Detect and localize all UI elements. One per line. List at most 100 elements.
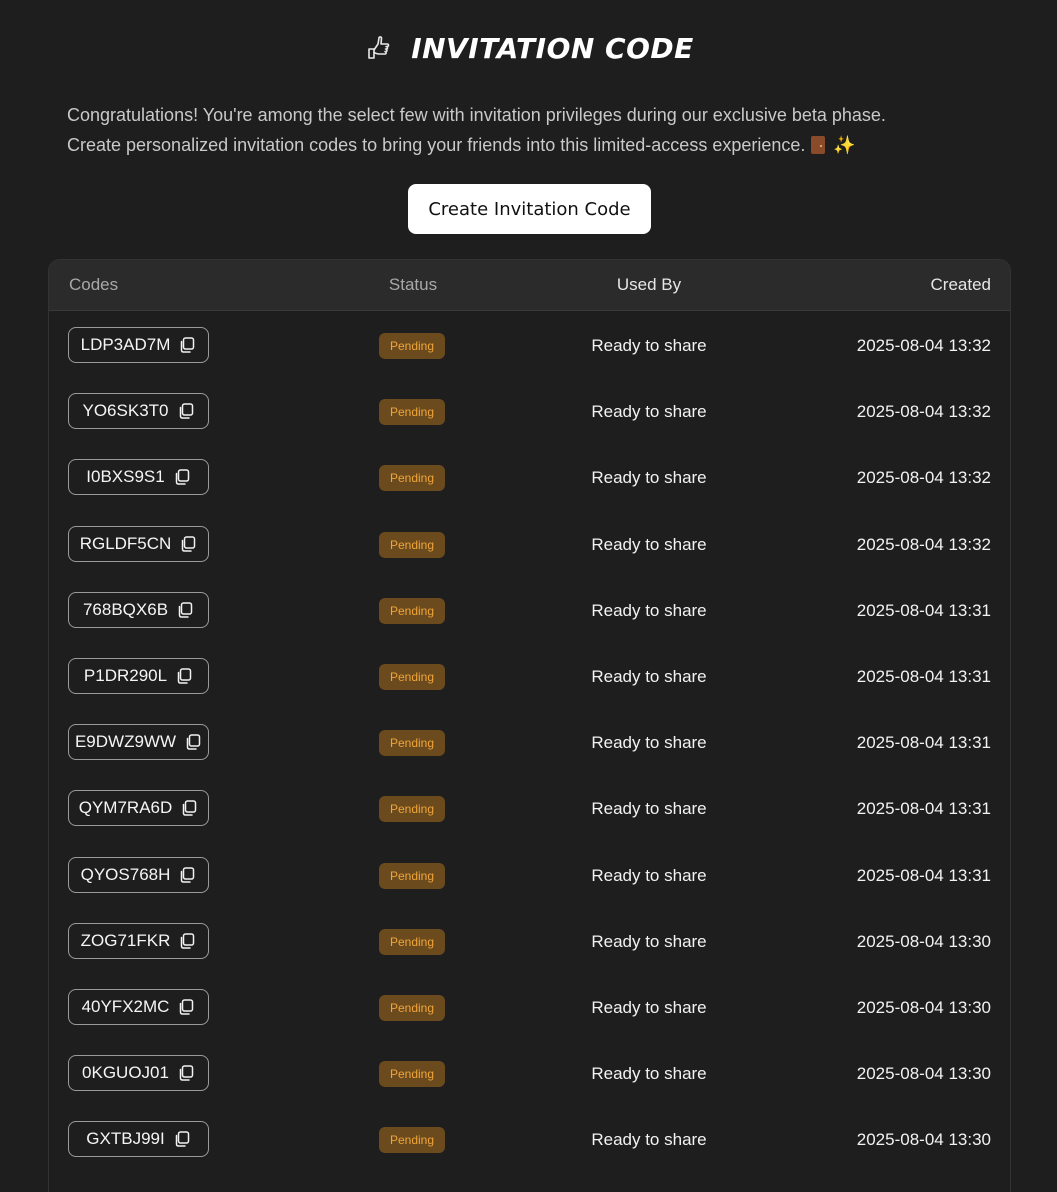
copy-code-button[interactable]: GXTBJ99I xyxy=(68,1121,209,1158)
status-badge: Pending xyxy=(379,465,445,492)
created-timestamp: 2025-08-04 13:31 xyxy=(856,666,991,686)
table-row: E9DWZ9WW Pending Ready to share 2025-08-… xyxy=(49,708,1010,774)
status-badge: Pending xyxy=(379,1061,445,1088)
status-badge: Pending xyxy=(379,333,445,359)
used-by-text: Ready to share xyxy=(591,865,707,885)
table-row: LDP3AD7M Pending Ready to share 2025-08-… xyxy=(49,311,1010,377)
column-header-used-by: Used By xyxy=(616,275,682,294)
copy-icon xyxy=(178,932,196,950)
copy-icon xyxy=(173,1130,191,1148)
created-timestamp: 2025-08-04 13:32 xyxy=(856,534,991,554)
column-header-status: Status xyxy=(388,275,438,294)
table-row: 0KGUOJ01 Pending Ready to share 2025-08-… xyxy=(49,1039,1010,1105)
used-by-text: Ready to share xyxy=(591,468,707,488)
created-timestamp: 2025-08-04 13:30 xyxy=(856,1064,991,1084)
table-row: QYOS768H Pending Ready to share 2025-08-… xyxy=(49,841,1010,907)
sparkles-icon: ✨ xyxy=(833,135,856,155)
used-by-text: Ready to share xyxy=(591,534,707,554)
used-by-text: Ready to share xyxy=(591,402,707,422)
created-timestamp: 2025-08-04 13:32 xyxy=(856,336,991,355)
created-timestamp: 2025-08-04 13:32 xyxy=(856,402,991,422)
copy-icon xyxy=(179,535,197,553)
invitation-code: RGLDF5CN xyxy=(79,533,172,553)
invitation-codes-table: Codes Status Used By Created LDP3AD7M Pe… xyxy=(48,259,1011,1192)
status-badge: Pending xyxy=(379,928,445,955)
used-by-text: Ready to share xyxy=(591,733,707,753)
created-timestamp: 2025-08-04 13:31 xyxy=(856,733,991,753)
status-badge: Pending xyxy=(379,399,445,426)
invitation-code: QYM7RA6D xyxy=(78,798,173,818)
copy-code-button[interactable]: RGLDF5CN xyxy=(68,525,209,562)
table-row: GXTBJ99I Pending Ready to share 2025-08-… xyxy=(49,1105,1010,1171)
invitation-code: E9DWZ9WW xyxy=(74,732,177,752)
table-row: ZOG71FKR Pending Ready to share 2025-08-… xyxy=(49,907,1010,973)
status-badge: Pending xyxy=(379,1127,445,1154)
invitation-code: 0KGUOJ01 xyxy=(82,1063,169,1083)
invitation-code: ZOG71FKR xyxy=(80,930,171,950)
copy-code-button[interactable]: QYM7RA6D xyxy=(68,790,209,827)
created-timestamp: 2025-08-04 13:31 xyxy=(856,799,991,819)
copy-icon xyxy=(177,998,195,1016)
created-timestamp: 2025-08-04 13:30 xyxy=(856,1130,991,1150)
intro-line-2: Create personalized invitation codes to … xyxy=(67,130,1007,160)
used-by-text: Ready to share xyxy=(591,1064,707,1084)
invitation-code: GXTBJ99I xyxy=(86,1129,165,1149)
copy-code-button[interactable]: E9DWZ9WW xyxy=(68,724,209,761)
table-row: RGLDF5CN Pending Ready to share 2025-08-… xyxy=(49,510,1010,576)
table-row: QYM7RA6D Pending Ready to share 2025-08-… xyxy=(49,774,1010,840)
copy-icon xyxy=(178,866,196,884)
table-body: LDP3AD7M Pending Ready to share 2025-08-… xyxy=(49,311,1010,1171)
invitation-code: LDP3AD7M xyxy=(80,335,171,354)
created-timestamp: 2025-08-04 13:32 xyxy=(856,468,991,488)
copy-icon xyxy=(176,601,194,619)
copy-code-button[interactable]: P1DR290L xyxy=(68,657,209,694)
copy-code-button[interactable]: QYOS768H xyxy=(68,856,209,893)
copy-code-button[interactable]: 0KGUOJ01 xyxy=(68,1055,209,1092)
copy-icon xyxy=(177,402,195,420)
used-by-text: Ready to share xyxy=(591,997,707,1017)
copy-code-button[interactable]: 768BQX6B xyxy=(68,591,209,628)
copy-icon xyxy=(177,1064,195,1082)
status-badge: Pending xyxy=(379,862,445,889)
intro-line-2-text: Create personalized invitation codes to … xyxy=(67,135,806,155)
column-header-codes: Codes xyxy=(69,275,119,294)
table-row: 40YFX2MC Pending Ready to share 2025-08-… xyxy=(49,973,1010,1039)
invitation-code: 40YFX2MC xyxy=(81,996,170,1016)
used-by-text: Ready to share xyxy=(591,1130,707,1150)
used-by-text: Ready to share xyxy=(591,666,707,686)
table-row: P1DR290L Pending Ready to share 2025-08-… xyxy=(49,642,1010,708)
copy-icon xyxy=(173,468,191,486)
invitation-code: YO6SK3T0 xyxy=(82,401,169,421)
copy-code-button[interactable]: LDP3AD7M xyxy=(68,327,209,363)
invitation-code: P1DR290L xyxy=(83,665,168,685)
copy-code-button[interactable]: ZOG71FKR xyxy=(68,922,209,959)
page-header: INVITATION CODE xyxy=(0,28,1057,68)
copy-code-button[interactable]: YO6SK3T0 xyxy=(68,393,209,430)
invitation-code: 768BQX6B xyxy=(82,599,169,619)
status-badge: Pending xyxy=(379,994,445,1021)
table-row: YO6SK3T0 Pending Ready to share 2025-08-… xyxy=(49,377,1010,443)
table-row: I0BXS9S1 Pending Ready to share 2025-08-… xyxy=(49,443,1010,509)
copy-icon xyxy=(175,667,193,685)
intro-text: Congratulations! You're among the select… xyxy=(67,100,1007,160)
used-by-text: Ready to share xyxy=(591,336,707,355)
status-badge: Pending xyxy=(379,730,445,757)
created-timestamp: 2025-08-04 13:31 xyxy=(856,600,991,620)
column-header-created: Created xyxy=(930,275,991,294)
used-by-text: Ready to share xyxy=(591,600,707,620)
used-by-text: Ready to share xyxy=(591,799,707,819)
create-invitation-code-button[interactable]: Create Invitation Code xyxy=(408,184,651,234)
pointing-hand-icon xyxy=(363,33,393,63)
page-title: INVITATION CODE xyxy=(411,31,694,65)
status-badge: Pending xyxy=(379,597,445,624)
copy-icon xyxy=(184,733,202,751)
table-row: 768BQX6B Pending Ready to share 2025-08-… xyxy=(49,576,1010,642)
copy-code-button[interactable]: I0BXS9S1 xyxy=(68,459,209,496)
copy-code-button[interactable]: 40YFX2MC xyxy=(68,988,209,1025)
used-by-text: Ready to share xyxy=(591,931,707,951)
status-badge: Pending xyxy=(379,663,445,690)
invitation-code: I0BXS9S1 xyxy=(86,467,165,487)
created-timestamp: 2025-08-04 13:30 xyxy=(856,931,991,951)
page: INVITATION CODE Congratulations! You're … xyxy=(0,0,1057,1192)
created-timestamp: 2025-08-04 13:30 xyxy=(856,997,991,1017)
